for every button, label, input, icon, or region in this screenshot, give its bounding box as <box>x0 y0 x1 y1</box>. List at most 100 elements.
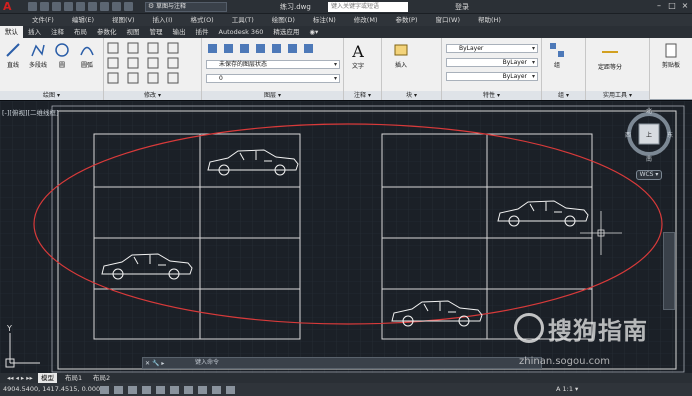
circle-button[interactable]: 圆 <box>52 42 72 69</box>
panel-layers: 未保存的图层状态 0 图层 ▾ <box>202 38 344 100</box>
minimize-button[interactable]: – <box>654 1 664 11</box>
menu-window[interactable]: 窗口(W) <box>435 14 460 26</box>
tab-view[interactable]: 视图 <box>122 26 145 38</box>
login-link[interactable]: 登录 <box>455 0 469 14</box>
tab-featured-apps[interactable]: 精选应用 <box>268 26 304 38</box>
viewcube-west[interactable]: 西 <box>625 132 631 139</box>
polyline-icon <box>31 44 45 57</box>
viewcube-top[interactable]: 上 <box>646 131 652 139</box>
modify-tools-icon[interactable] <box>106 41 200 87</box>
panel-layers-title[interactable]: 图层 ▾ <box>202 91 343 100</box>
sogou-watermark-logo <box>514 313 544 343</box>
menu-help[interactable]: 帮助(H) <box>478 14 501 26</box>
lineweight-select[interactable]: ByLayer <box>446 72 538 81</box>
tab-layout1[interactable]: 布局1 <box>62 373 85 383</box>
group-button[interactable]: 组 <box>548 42 566 69</box>
group-label: 组 <box>553 62 560 69</box>
menu-dimension[interactable]: 标注(N) <box>313 14 336 26</box>
viewcube-north[interactable]: 北 <box>646 107 652 115</box>
save-as-icon[interactable] <box>64 2 73 11</box>
command-input[interactable]: 键入命令 <box>142 357 542 369</box>
tab-annotate[interactable]: 注释 <box>46 26 69 38</box>
measure-button[interactable]: 定距等分 <box>592 44 628 71</box>
group-icon <box>550 43 564 57</box>
color-select[interactable]: ByLayer <box>446 44 538 53</box>
menu-edit[interactable]: 编辑(E) <box>72 14 94 26</box>
panel-modify-title[interactable]: 修改 ▾ <box>104 91 201 100</box>
menu-draw[interactable]: 绘图(D) <box>272 14 295 26</box>
search-input[interactable]: 键入关键字或短语 <box>328 2 408 12</box>
polyline-button[interactable]: 多段线 <box>26 42 50 69</box>
viewport-label[interactable]: [-][俯视][二维线框] <box>2 107 59 117</box>
redo-icon[interactable] <box>100 2 109 11</box>
measure-icon <box>602 51 618 53</box>
status-bar: 4904.5400, 1417.4515, 0.0000 A 1:1 ▾ <box>0 383 692 396</box>
close-icon[interactable]: ✕ <box>145 360 150 367</box>
layer-state-select[interactable]: 未保存的图层状态 <box>206 60 340 69</box>
undo-icon[interactable] <box>88 2 97 11</box>
viewcube-south[interactable]: 南 <box>646 155 652 163</box>
menu-file[interactable]: 文件(F) <box>32 14 54 26</box>
tab-plugins[interactable]: 插件 <box>191 26 214 38</box>
paste-button[interactable]: 剪贴板 <box>656 42 686 69</box>
recent-commands-icon[interactable]: ▸ <box>161 360 164 367</box>
new-icon[interactable] <box>28 2 37 11</box>
menu-view[interactable]: 视图(V) <box>112 14 135 26</box>
plot-icon[interactable] <box>76 2 85 11</box>
layer-tools-icon[interactable] <box>206 42 336 56</box>
ribbon-tabs: 默认 插入 注释 布局 参数化 视图 管理 输出 插件 Autodesk 360… <box>0 26 692 38</box>
match-icon[interactable] <box>112 2 121 11</box>
annotation-scale[interactable]: A 1:1 ▾ <box>556 383 578 396</box>
tab-manage[interactable]: 管理 <box>145 26 168 38</box>
wcs-menu[interactable]: WCS ▾ <box>636 170 662 180</box>
tab-insert[interactable]: 插入 <box>23 26 46 38</box>
wrench-icon[interactable]: 🔧 <box>152 360 159 367</box>
tab-nav-arrows[interactable]: ◂◂ ◂ ▸ ▸▸ <box>4 373 36 383</box>
panel-groups-title[interactable]: 组 ▾ <box>542 91 585 100</box>
tab-parametric[interactable]: 参数化 <box>92 26 122 38</box>
tab-output[interactable]: 输出 <box>168 26 191 38</box>
line-button[interactable]: 直线 <box>2 42 24 69</box>
panel-annotation-title[interactable]: 注释 ▾ <box>344 91 381 100</box>
arc-button[interactable]: 圆弧 <box>76 42 98 69</box>
open-icon[interactable] <box>40 2 49 11</box>
viewcube-east[interactable]: 东 <box>667 131 673 139</box>
menu-insert[interactable]: 插入(I) <box>153 14 173 26</box>
tab-model[interactable]: 模型 <box>38 373 57 383</box>
panel-clipboard: 剪贴板 <box>650 38 692 100</box>
measure-label: 定距等分 <box>597 64 622 71</box>
tab-layout[interactable]: 布局 <box>69 26 92 38</box>
panel-utilities-title[interactable]: 实用工具 ▾ <box>586 91 649 100</box>
save-icon[interactable] <box>52 2 61 11</box>
close-button[interactable]: × <box>680 1 690 11</box>
tab-default[interactable]: 默认 <box>0 26 23 38</box>
panel-draw: 直线 多段线 圆 圆弧 绘图 ▾ <box>0 38 104 100</box>
drafting-toggles-icon[interactable] <box>100 385 340 395</box>
coordinates-readout[interactable]: 4904.5400, 1417.4515, 0.0000 <box>3 383 104 396</box>
window-controls: – □ × <box>654 1 690 11</box>
insert-button[interactable]: 插入 <box>390 42 412 69</box>
insert-label: 插入 <box>394 62 407 69</box>
text-button[interactable]: A 文字 <box>348 42 368 70</box>
workspace-selector[interactable]: 草图与注释 <box>145 2 227 12</box>
panel-properties-title[interactable]: 特性 ▾ <box>442 91 541 100</box>
menu-format[interactable]: 格式(O) <box>191 14 214 26</box>
layer-select[interactable]: 0 <box>206 74 340 83</box>
maximize-button[interactable]: □ <box>667 1 677 11</box>
menu-bar: 文件(F) 编辑(E) 视图(V) 插入(I) 格式(O) 工具(T) 绘图(D… <box>0 14 692 26</box>
menu-parametric[interactable]: 参数(P) <box>395 14 417 26</box>
panel-block-title[interactable]: 块 ▾ <box>382 91 441 100</box>
tab-layout2[interactable]: 布局2 <box>90 373 113 383</box>
panel-draw-title[interactable]: 绘图 ▾ <box>0 91 103 100</box>
panel-groups: 组 组 ▾ <box>542 38 586 100</box>
panel-annotation: A 文字 注释 ▾ <box>344 38 382 100</box>
autocad-logo-icon[interactable]: A <box>3 1 15 13</box>
tab-autodesk360[interactable]: Autodesk 360 <box>214 26 269 38</box>
menu-tools[interactable]: 工具(T) <box>232 14 254 26</box>
navigation-bar[interactable] <box>663 232 675 310</box>
menu-modify[interactable]: 修改(M) <box>354 14 378 26</box>
sogou-watermark-url: zhinan.sogou.com <box>519 356 611 367</box>
share-icon[interactable] <box>124 2 133 11</box>
tab-more[interactable]: ◉▾ <box>304 26 323 38</box>
linetype-select[interactable]: ByLayer <box>446 58 538 67</box>
